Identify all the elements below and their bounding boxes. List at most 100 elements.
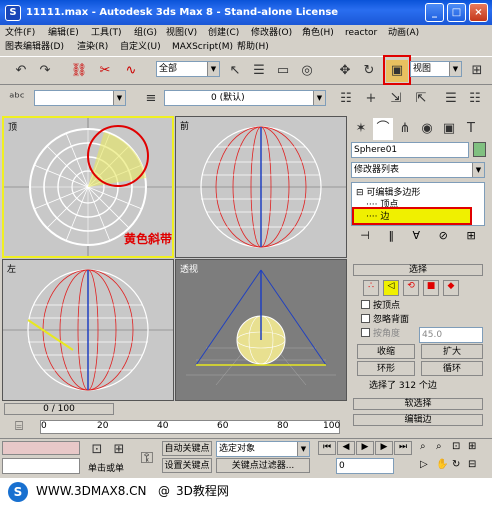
time-slider[interactable]: 0 / 100 [0,402,347,416]
zoom-all-icon[interactable]: ⌕ [436,441,450,455]
maximize-button[interactable]: □ [447,3,466,22]
undo-icon[interactable]: ↶ [10,60,32,82]
show-end-result-icon[interactable]: ‖ [388,229,394,245]
menu-maxscript[interactable]: MAXScript(M) [172,40,233,54]
modify-tab-icon[interactable]: ⌒ [373,118,393,140]
menu-help[interactable]: 帮助(H) [237,40,269,54]
layer-manager-icon[interactable]: ≡ [140,88,162,110]
menu-animation[interactable]: 动画(A) [388,26,419,40]
shrink-button[interactable]: 收缩 [357,344,415,359]
pin-stack-icon[interactable]: ⊣ [360,229,370,245]
pan-icon[interactable]: ✋ [436,459,450,473]
hierarchy-tab-icon[interactable]: ⋔ [395,118,415,140]
key-icon[interactable]: ⚿ [136,447,158,469]
go-end-icon[interactable]: ⏭ [394,441,412,455]
layer-highlight-icon[interactable]: ⇲ [385,88,407,110]
close-button[interactable]: × [469,3,488,22]
ref-coord-dropdown[interactable]: 视图 ▼ [410,61,462,77]
motion-tab-icon[interactable]: ◉ [417,118,437,140]
element-mode-icon[interactable]: ◆ [443,280,459,296]
select-by-name-icon[interactable]: ☰ [248,60,270,82]
layer-set-current-icon[interactable]: ⇱ [410,88,432,110]
key-mode-dropdown[interactable]: 选定对象 ▼ [216,441,310,457]
polygon-mode-icon[interactable]: ■ [423,280,439,296]
named-selection-icon[interactable]: ᵃᵇᶜ [6,88,28,110]
unlink-icon[interactable]: ✂ [94,60,116,82]
menu-edit[interactable]: 编辑(E) [48,26,79,40]
menu-rendering[interactable]: 渲染(R) [77,40,108,54]
angle-input[interactable]: 45.0 [419,327,483,343]
move-icon[interactable]: ✥ [334,60,356,82]
prompt-line[interactable] [2,458,80,474]
rotate-icon[interactable]: ↻ [358,60,380,82]
ring-button[interactable]: 环形 [357,361,415,376]
menu-modifiers[interactable]: 修改器(O) [251,26,292,40]
track-ruler[interactable]: 0 20 40 60 80 100 [40,420,340,434]
layer-add-icon[interactable]: ☷ [335,88,357,110]
selection-filter-dropdown[interactable]: 全部 ▼ [156,61,220,77]
layer-select-icon[interactable]: + [360,88,382,110]
rect-selection-icon[interactable]: ▭ [272,60,294,82]
window-crossing-icon[interactable]: ◎ [296,60,318,82]
layer-properties-icon[interactable]: ☰ [440,88,462,110]
vertex-mode-icon[interactable]: ∴ [363,280,379,296]
zoom-extents-all-icon[interactable]: ⊞ [468,441,482,455]
menu-file[interactable]: 文件(F) [5,26,35,40]
named-selection-set-dropdown[interactable]: ▼ [34,90,126,106]
modifier-list-dropdown[interactable]: 修改器列表 ▼ [351,162,485,178]
menu-graph-editors[interactable]: 图表编辑器(D) [5,40,64,54]
object-color-swatch[interactable] [473,142,486,157]
menu-tools[interactable]: 工具(T) [91,26,122,40]
viewport-perspective[interactable]: 透视 [175,259,347,401]
lock-icon[interactable]: ⊡ [86,439,108,461]
play-icon[interactable]: ▶ [356,441,374,455]
utilities-tab-icon[interactable]: T [461,118,481,140]
bind-spacewarp-icon[interactable]: ∿ [120,60,142,82]
grow-button[interactable]: 扩大 [421,344,483,359]
border-mode-icon[interactable]: ⟲ [403,280,419,296]
by-angle-checkbox[interactable]: 按角度 [361,328,400,340]
menu-reactor[interactable]: reactor [345,26,377,40]
viewport-left[interactable]: 左 [2,259,174,401]
select-object-icon[interactable]: ↖ [224,60,246,82]
next-frame-icon[interactable]: ▶ [375,441,393,455]
soft-selection-rollout-header[interactable]: 软选择 [353,398,483,410]
mini-curve-editor-icon[interactable]: ⌸ [8,416,30,438]
pivot-icon[interactable]: ⊞ [466,60,488,82]
viewport-top[interactable]: 顶 黄色斜带 [2,116,174,258]
menu-group[interactable]: 组(G) [134,26,157,40]
track-bar[interactable]: ⌸ 0 20 40 60 80 100 [0,416,347,438]
menu-create[interactable]: 创建(C) [208,26,239,40]
display-tab-icon[interactable]: ▣ [439,118,459,140]
selection-lock-icon[interactable]: ⊞ [108,439,130,461]
remove-modifier-icon[interactable]: ⊘ [439,229,448,245]
maxscript-listener[interactable] [2,441,80,455]
make-unique-icon[interactable]: ∀ [413,229,421,245]
menu-character[interactable]: 角色(H) [302,26,334,40]
prev-frame-icon[interactable]: ◀ [337,441,355,455]
loop-button[interactable]: 循环 [421,361,483,376]
select-link-icon[interactable]: ⛓ [68,60,90,82]
configure-sets-icon[interactable]: ⊞ [466,229,475,245]
fov-icon[interactable]: ▷ [420,459,434,473]
redo-icon[interactable]: ↷ [34,60,56,82]
go-start-icon[interactable]: ⏮ [318,441,336,455]
edit-edges-rollout-header[interactable]: 编辑边 [353,414,483,426]
key-filters-button[interactable]: 关键点过滤器... [216,458,310,473]
viewport-front[interactable]: 前 [175,116,347,258]
auto-key-button[interactable]: 自动关键点 [162,441,212,456]
object-name-field[interactable]: Sphere01 [351,142,469,158]
edge-mode-icon[interactable]: ◁ [383,280,399,296]
menu-views[interactable]: 视图(V) [166,26,197,40]
minimize-button[interactable]: _ [425,3,444,22]
current-frame-input[interactable]: 0 [336,458,394,474]
zoom-icon[interactable]: ⌕ [420,441,434,455]
selection-rollout-header[interactable]: 选择 [353,264,483,276]
menu-customize[interactable]: 自定义(U) [120,40,161,54]
time-slider-thumb[interactable]: 0 / 100 [4,403,114,415]
arc-rotate-icon[interactable]: ↻ [452,459,466,473]
layer-toggle-icon[interactable]: ☷ [464,88,486,110]
maximize-viewport-icon[interactable]: ⊟ [468,459,482,473]
create-tab-icon[interactable]: ✶ [351,118,371,140]
by-vertex-checkbox[interactable]: 按顶点 [361,300,400,312]
